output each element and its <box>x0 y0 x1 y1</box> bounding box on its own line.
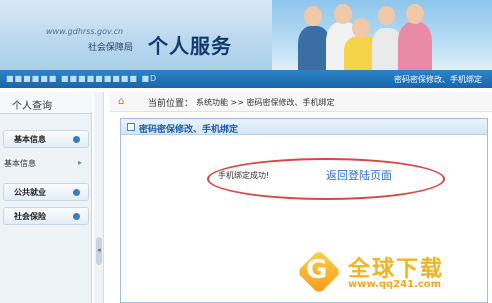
panel-header: 密码密保修改、手机绑定 <box>121 119 487 135</box>
banner-person-head <box>378 6 395 25</box>
banner-person-head <box>334 4 352 24</box>
page-title: 个人服务 <box>148 34 232 58</box>
success-message: 手机绑定成功! <box>218 171 270 180</box>
chevron-right-icon: ▸ <box>77 158 82 167</box>
sidebar-item-label: 公共就业 <box>14 188 46 197</box>
collapse-arrow-icon[interactable]: ◂ <box>96 237 102 265</box>
navbar-user-info: ■■■■■■ ■■■■■■■■■ ■D <box>6 74 158 83</box>
banner-person-head <box>304 6 322 26</box>
banner-person-head <box>352 18 370 38</box>
site-url: www.gdhrss.gov.cn <box>46 27 124 36</box>
expand-icon <box>73 136 80 143</box>
expand-icon <box>73 189 80 196</box>
sidebar-item-basic-info[interactable]: 基本信息 <box>3 130 89 148</box>
panel-title-icon <box>127 123 135 131</box>
sidebar-item-public-employment[interactable]: 公共就业 <box>3 183 89 201</box>
panel-title: 密码密保修改、手机绑定 <box>139 125 239 135</box>
header-banner: www.gdhrss.gov.cn 社会保障局 个人服务 <box>0 0 492 70</box>
sidebar: 个人查询 基本信息 基本信息 ▸ 公共就业 社会保险 <box>0 92 92 303</box>
breadcrumb: ⌂ 当前位置： 系统功能 >> 密码密保修改、手机绑定 <box>110 92 492 112</box>
expand-icon <box>73 213 80 220</box>
sidebar-item-social-insurance[interactable]: 社会保险 <box>3 207 89 225</box>
sidebar-subitem-basic-info[interactable]: 基本信息 ▸ <box>0 156 90 170</box>
sidebar-item-label: 基本信息 <box>14 135 46 144</box>
back-to-login-link[interactable]: 返回登陆页面 <box>326 167 392 183</box>
banner-person <box>398 22 432 70</box>
house-icon[interactable]: ⌂ <box>118 96 124 107</box>
watermark: G 全球下载 www.qq241.com <box>296 249 486 295</box>
sidebar-item-label: 社会保险 <box>14 212 46 221</box>
navbar-current-function[interactable]: 密码密保修改、手机绑定 <box>394 74 482 85</box>
breadcrumb-path: 系统功能 >> 密码密保修改、手机绑定 <box>196 98 335 107</box>
watermark-url: www.qq241.com <box>348 279 442 290</box>
banner-person-head <box>406 4 424 24</box>
sidebar-subitem-label: 基本信息 <box>4 159 36 168</box>
site-name: 社会保障局 <box>88 43 134 53</box>
top-navbar: ■■■■■■ ■■■■■■■■■ ■D 密码密保修改、手机绑定 <box>0 70 492 88</box>
sidebar-collapse-bar[interactable]: ◂ <box>94 92 104 303</box>
watermark-logo-letter: G <box>306 255 328 285</box>
breadcrumb-label: 当前位置： <box>148 99 194 109</box>
sidebar-heading: 个人查询 <box>0 92 92 114</box>
